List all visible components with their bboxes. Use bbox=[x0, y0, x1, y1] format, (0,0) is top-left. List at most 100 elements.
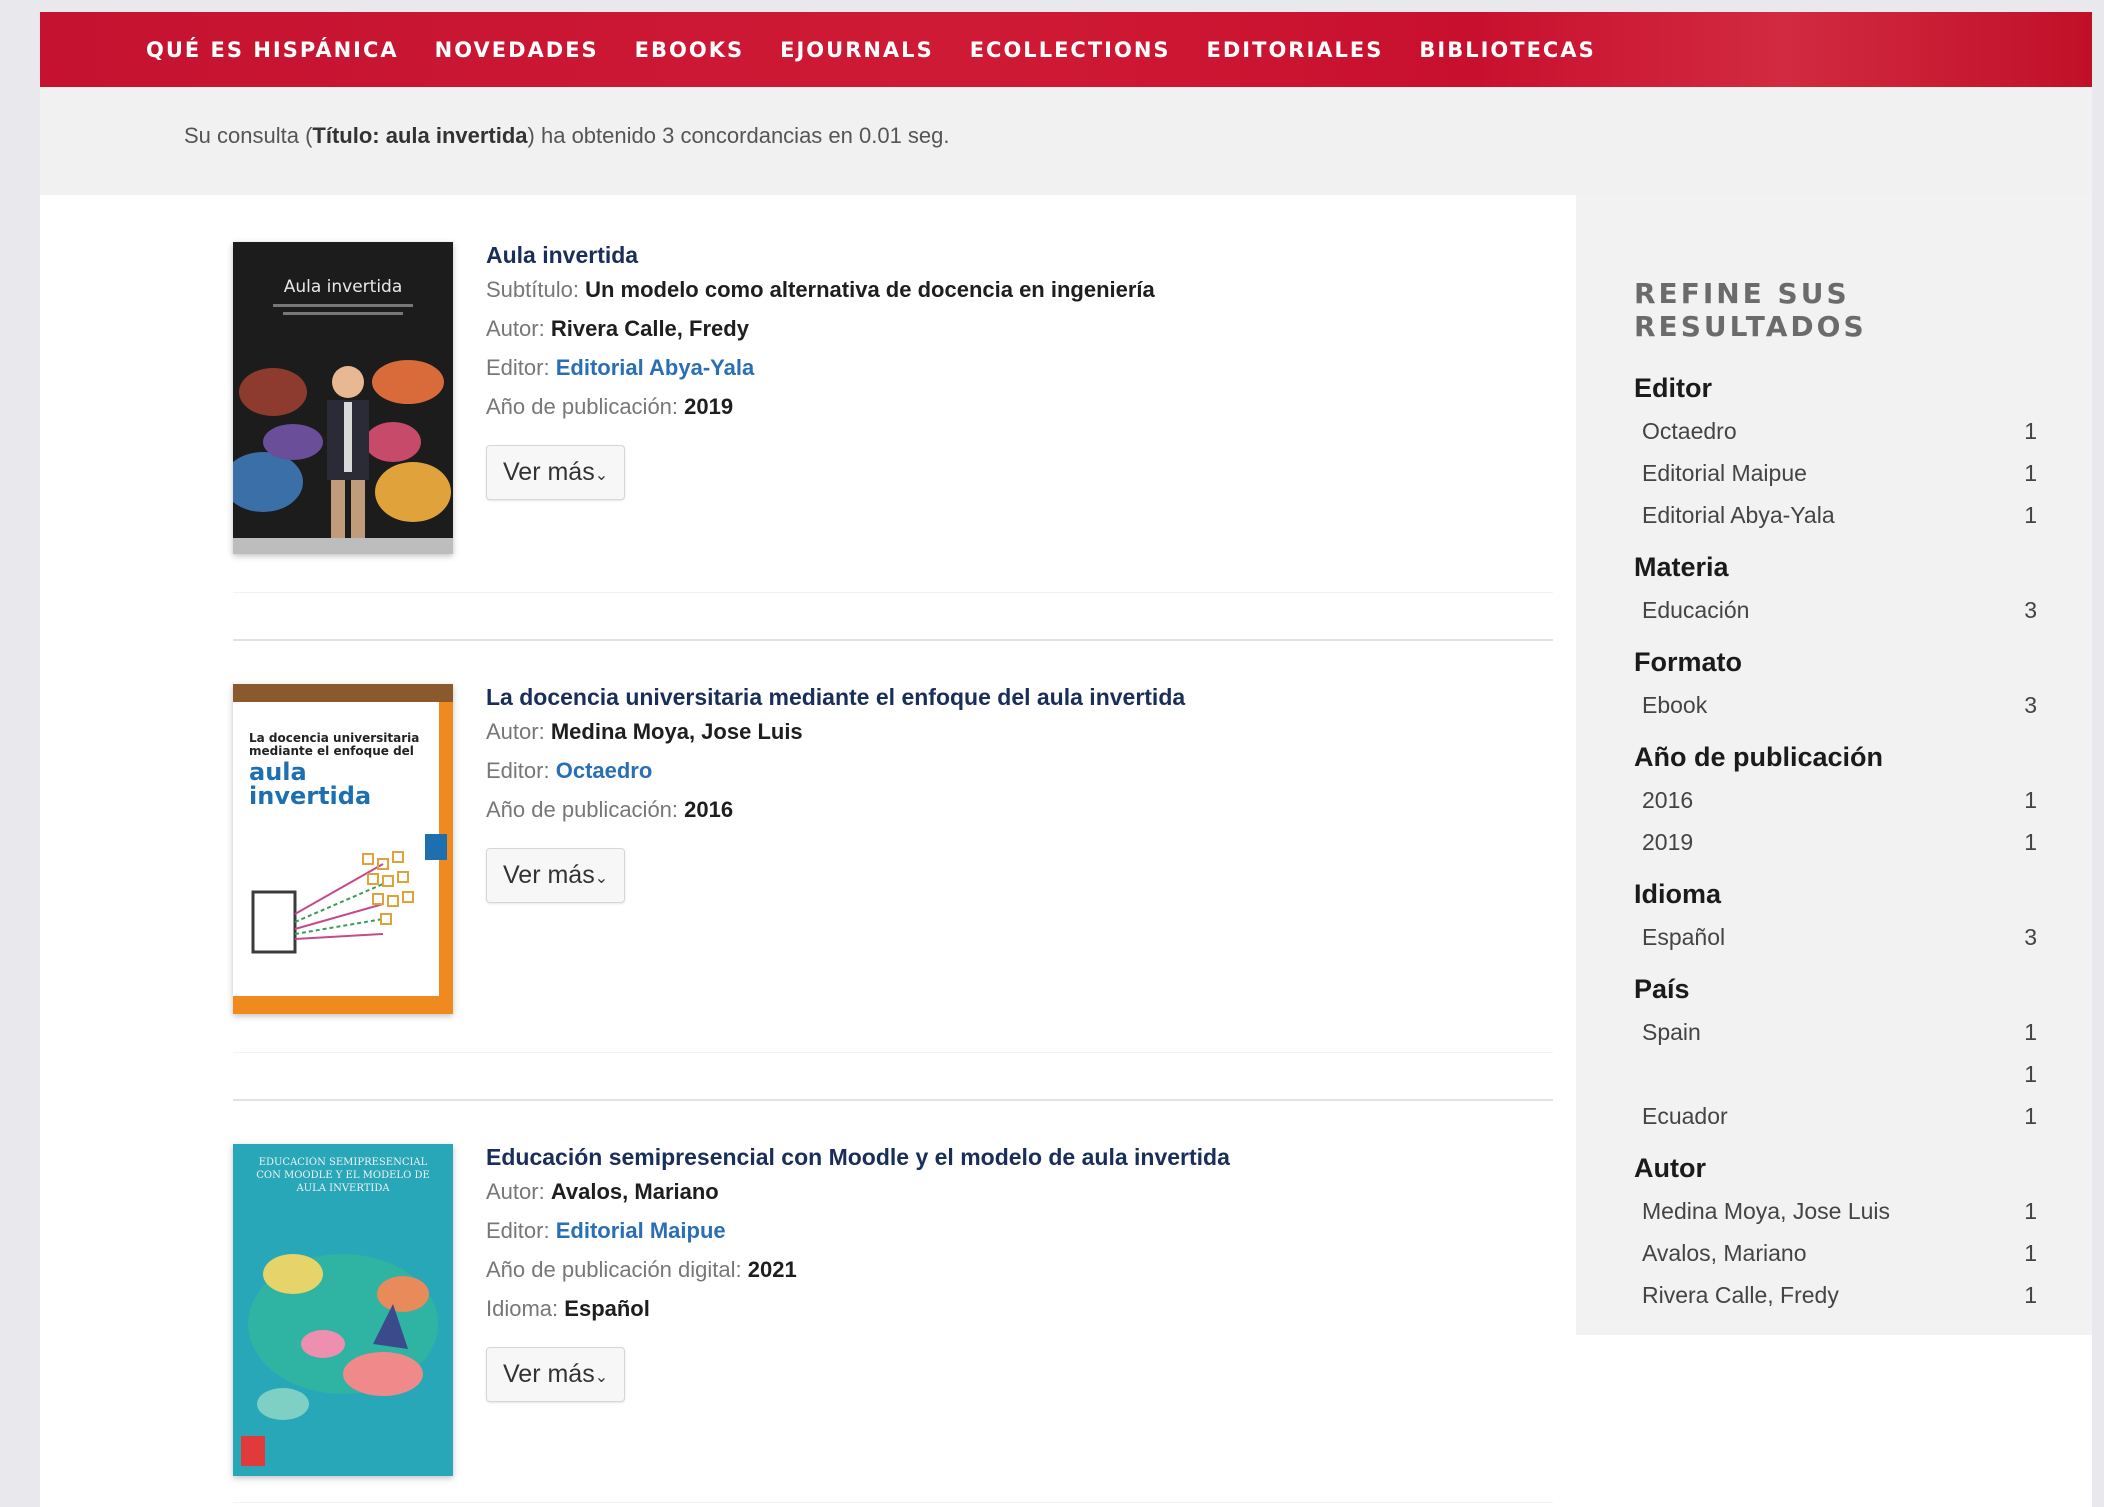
nav-novedades[interactable]: NOVEDADES bbox=[435, 38, 599, 62]
facet-option[interactable]: 2016 1 bbox=[1642, 787, 2037, 829]
facet-option[interactable]: 2019 1 bbox=[1642, 829, 2037, 871]
facet-option[interactable]: Medina Moya, Jose Luis 1 bbox=[1642, 1198, 2037, 1240]
facet-title: País bbox=[1634, 974, 1690, 1004]
ver-mas-button[interactable]: Ver más⌄ bbox=[486, 445, 626, 500]
language-value: Español bbox=[564, 1296, 650, 1321]
chevron-down-icon: ⌄ bbox=[594, 870, 609, 887]
facet-option[interactable]: Español 3 bbox=[1642, 924, 2037, 966]
language-field: Idioma: Español bbox=[486, 1296, 1536, 1335]
nav-ecollections[interactable]: ECOLLECTIONS bbox=[970, 38, 1171, 62]
nav-que-es-hispanica[interactable]: QUÉ ES HISPÁNICA bbox=[146, 38, 399, 62]
editor-label: Editor: bbox=[486, 355, 550, 380]
book-cover[interactable]: La docencia universitaria mediante el en… bbox=[233, 684, 453, 1014]
facet-title: Editor bbox=[1634, 373, 1712, 403]
year-value: 2016 bbox=[684, 797, 734, 822]
book-cover[interactable]: EDUCACIÓN SEMIPRESENCIAL CON MOODLE Y EL… bbox=[233, 1144, 453, 1476]
author-label: Autor: bbox=[486, 316, 545, 341]
facet-option-count: 1 bbox=[2024, 1240, 2037, 1266]
facet-option-label: Ebook bbox=[1642, 692, 1708, 718]
facet-option-label: 2019 bbox=[1642, 829, 1694, 855]
facet-option-count: 1 bbox=[2024, 502, 2037, 528]
facet-option-count: 3 bbox=[2024, 597, 2037, 623]
year-field: Año de publicación digital: 2021 bbox=[486, 1257, 1536, 1296]
query-term: Título: aula invertida bbox=[312, 123, 528, 148]
facet-option-label: Medina Moya, Jose Luis bbox=[1642, 1198, 1891, 1224]
facet-option-count: 3 bbox=[2024, 692, 2037, 718]
result-title-link[interactable]: Aula invertida bbox=[486, 242, 1536, 269]
result-title-link[interactable]: La docencia universitaria mediante el en… bbox=[486, 684, 1536, 711]
facet-option[interactable]: Avalos, Mariano 1 bbox=[1642, 1240, 2037, 1282]
year-label: Año de publicación: bbox=[486, 797, 679, 822]
facet-option-label: Ecuador bbox=[1642, 1103, 1728, 1129]
editor-field: Editor: Octaedro bbox=[486, 758, 1536, 797]
book-cover-illustration: EDUCACIÓN SEMIPRESENCIAL CON MOODLE Y EL… bbox=[233, 1144, 453, 1476]
nav-bibliotecas[interactable]: BIBLIOTECAS bbox=[1419, 38, 1595, 62]
facet-option[interactable]: Ecuador 1 bbox=[1642, 1103, 2037, 1145]
sidebar-heading: REFINE SUS RESULTADOS bbox=[1634, 277, 1867, 343]
ver-mas-button[interactable]: Ver más⌄ bbox=[486, 1347, 626, 1402]
ver-mas-label: Ver más bbox=[503, 861, 595, 889]
ver-mas-button[interactable]: Ver más⌄ bbox=[486, 848, 626, 903]
cover-title: Aula invertida bbox=[284, 277, 403, 297]
chevron-down-icon: ⌄ bbox=[594, 467, 609, 484]
facet-option-label: Español bbox=[1642, 924, 1726, 950]
book-cover-illustration: La docencia universitaria mediante el en… bbox=[233, 684, 453, 1014]
year-label: Año de publicación digital: bbox=[486, 1257, 742, 1282]
result-title-link[interactable]: Educación semipresencial con Moodle y el… bbox=[486, 1144, 1536, 1171]
nav-ebooks[interactable]: EBOOKS bbox=[635, 38, 744, 62]
facet-option-count: 1 bbox=[2024, 1019, 2037, 1045]
author-field: Autor: Rivera Calle, Fredy bbox=[486, 316, 1536, 355]
refine-sidebar: REFINE SUS RESULTADOS Editor Octaedro 1 Edi… bbox=[1576, 195, 2092, 1335]
facet-list: Editor Octaedro 1 Editorial Maipue 1 Editoria… bbox=[1634, 373, 2092, 1324]
editor-link[interactable]: Octaedro bbox=[556, 758, 653, 783]
facet-option-label: 2016 bbox=[1642, 787, 1694, 813]
author-field: Autor: Avalos, Mariano bbox=[486, 1179, 1536, 1218]
divider bbox=[233, 639, 1553, 641]
ver-mas-label: Ver más bbox=[503, 1360, 595, 1388]
divider bbox=[233, 592, 1553, 593]
book-cover-illustration: Aula invertida bbox=[233, 242, 453, 554]
facet-option[interactable]: Rivera Calle, Fredy 1 bbox=[1642, 1282, 2037, 1324]
result-info: Educación semipresencial con Moodle y el… bbox=[486, 1144, 1536, 1402]
top-navigation: QUÉ ES HISPÁNICA NOVEDADES EBOOKS EJOURN… bbox=[40, 12, 2092, 87]
facet-option-label: Spain bbox=[1642, 1019, 1701, 1045]
facet-option[interactable]: Editorial Abya-Yala 1 bbox=[1642, 502, 2037, 544]
query-prefix: Su consulta ( bbox=[184, 123, 313, 148]
cover-title: EDUCACIÓN SEMIPRESENCIAL CON MOODLE Y EL… bbox=[256, 1157, 430, 1194]
facet-title: Autor bbox=[1634, 1153, 1706, 1183]
facet-option-count: 1 bbox=[2024, 1282, 2037, 1308]
author-label: Autor: bbox=[486, 719, 545, 744]
editor-link[interactable]: Editorial Abya-Yala bbox=[556, 355, 754, 380]
facet-option[interactable]: Spain 1 bbox=[1642, 1019, 2037, 1061]
editor-field: Editor: Editorial Maipue bbox=[486, 1218, 1536, 1257]
facet-option-count: 1 bbox=[2024, 829, 2037, 855]
facet-option[interactable]: Educación 3 bbox=[1642, 597, 2037, 639]
editor-field: Editor: Editorial Abya-Yala bbox=[486, 355, 1536, 394]
page-frame: QUÉ ES HISPÁNICA NOVEDADES EBOOKS EJOURN… bbox=[40, 12, 2092, 1507]
author-value: Avalos, Mariano bbox=[550, 1179, 719, 1204]
year-value: 2021 bbox=[747, 1257, 797, 1282]
facet-option[interactable]: Octaedro 1 bbox=[1642, 418, 2037, 460]
year-field: Año de publicación: 2016 bbox=[486, 797, 1536, 836]
editor-label: Editor: bbox=[486, 1218, 550, 1243]
divider bbox=[233, 1502, 1553, 1503]
year-value: 2019 bbox=[684, 394, 734, 419]
facet-option[interactable]: Editorial Maipue 1 bbox=[1642, 460, 2037, 502]
editor-link[interactable]: Editorial Maipue bbox=[556, 1218, 726, 1243]
book-cover[interactable]: Aula invertida bbox=[233, 242, 453, 554]
facet-option-label: Octaedro bbox=[1642, 418, 1737, 444]
nav-editoriales[interactable]: EDITORIALES bbox=[1207, 38, 1384, 62]
facet-option[interactable]: 1 bbox=[1642, 1061, 2037, 1103]
nav-ejournals[interactable]: EJOURNALS bbox=[780, 38, 934, 62]
result-info: La docencia universitaria mediante el en… bbox=[486, 684, 1536, 903]
subtitle-field: Subtítulo: Un modelo como alternativa de… bbox=[486, 277, 1536, 316]
facet-option-label: Editorial Abya-Yala bbox=[1642, 502, 1835, 528]
chevron-down-icon: ⌄ bbox=[594, 1369, 609, 1386]
facet-option-count: 1 bbox=[2024, 460, 2037, 486]
query-summary: Su consulta (Título: aula invertida) ha … bbox=[40, 87, 2092, 195]
facet-option[interactable]: Ebook 3 bbox=[1642, 692, 2037, 734]
facet-option-count: 1 bbox=[2024, 787, 2037, 813]
facet-title: Año de publicación bbox=[1634, 742, 1884, 772]
author-label: Autor: bbox=[486, 1179, 545, 1204]
ver-mas-label: Ver más bbox=[503, 458, 595, 486]
